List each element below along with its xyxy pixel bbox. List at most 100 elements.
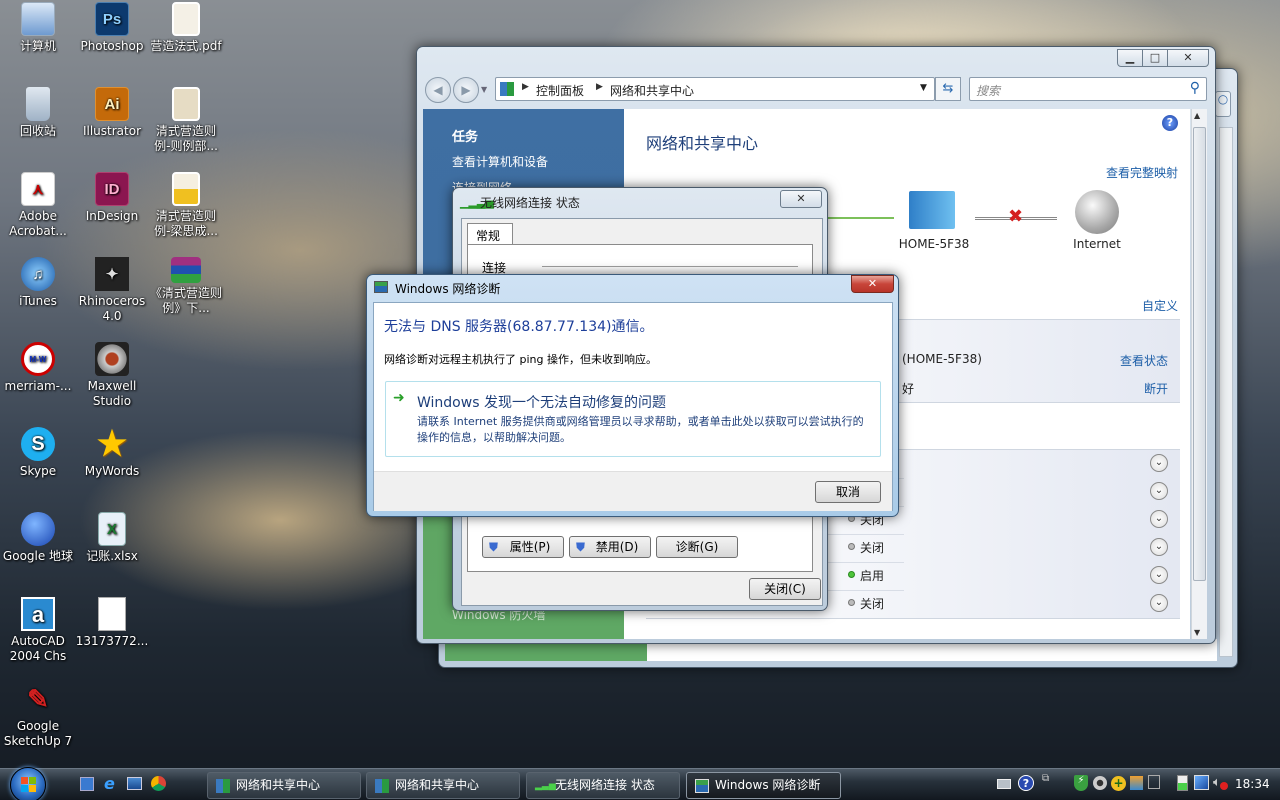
desktop-icon-recycle-bin[interactable]: 回收站 [0, 87, 76, 139]
help-icon[interactable]: ? [1018, 775, 1034, 791]
internet-explorer-icon[interactable]: e [104, 774, 115, 793]
view-status-link[interactable]: 查看状态 [1120, 352, 1168, 369]
disconnect-link[interactable]: 断开 [1144, 380, 1168, 397]
desktop-icon-photoshop[interactable]: Ps Photoshop [74, 2, 150, 54]
desktop-icon-document[interactable]: 清式营造则例-则例部... [148, 87, 224, 154]
search-icon[interactable]: ○ [1215, 91, 1231, 117]
properties-button[interactable]: ⛊ 属性(P) [482, 536, 564, 558]
help-icon[interactable]: ? [1162, 115, 1178, 131]
tray-app-icon[interactable] [1130, 776, 1143, 790]
scroll-down-button[interactable]: ▼ [1194, 628, 1200, 637]
desktop-icon-winrar[interactable]: 《清式营造则例》下... [148, 257, 224, 316]
search-icon[interactable]: ⚲ [1190, 80, 1200, 96]
clock[interactable]: 18:34 [1235, 777, 1270, 791]
desktop-icon-merriam[interactable]: M-W merriam-... [0, 342, 76, 394]
rhinoceros-icon: ✦ [95, 257, 129, 291]
forward-button[interactable]: ▶ [453, 77, 479, 103]
desktop-icon-label: 清式营造则例-则例部... [154, 124, 218, 153]
network-diagnostics-dialog[interactable]: Windows 网络诊断 ✕ 无法与 DNS 服务器(68.87.77.134)… [366, 274, 899, 517]
scrollbar[interactable]: ▲ ▼ [1191, 109, 1207, 639]
keyboard-icon[interactable] [997, 779, 1011, 789]
desktop-icon-computer[interactable]: 计算机 [0, 2, 76, 54]
sidebar-item-view-computers[interactable]: 查看计算机和设备 [452, 153, 548, 170]
customize-link[interactable]: 自定义 [1142, 297, 1178, 314]
desktop-icon-itunes[interactable]: ♫ iTunes [0, 257, 76, 309]
show-desktop-icon[interactable] [80, 777, 94, 791]
desktop-icon-illustrator[interactable]: Ai Illustrator [74, 87, 150, 139]
back-button[interactable]: ◀ [425, 77, 451, 103]
close-button[interactable]: ✕ [780, 190, 822, 208]
plus-app-icon[interactable]: + [1111, 776, 1126, 791]
status-dot-off [848, 599, 855, 606]
search-box[interactable]: 搜索 ⚲ [969, 77, 1207, 101]
disable-button[interactable]: ⛊ 禁用(D) [569, 536, 651, 558]
desktop-icon-rhinoceros[interactable]: ✦ Rhinoceros 4.0 [74, 257, 150, 324]
desktop-icon-label: merriam-... [4, 379, 72, 393]
expand-chevron-icon[interactable]: ⌄ [1150, 482, 1168, 500]
breadcrumb-control-panel[interactable]: 控制面板 [536, 82, 584, 99]
taskbar-item-network-center-2[interactable]: 网络和共享中心 [366, 772, 520, 799]
expand-chevron-icon[interactable]: ⌄ [1150, 566, 1168, 584]
desktop-icon-pdf[interactable]: 营造法式.pdf [148, 2, 224, 54]
close-dialog-button[interactable]: 关闭(C) [749, 578, 821, 600]
power-icon[interactable] [1177, 775, 1188, 791]
switch-windows-icon[interactable] [127, 777, 142, 790]
expand-chevron-icon[interactable]: ⌄ [1150, 454, 1168, 472]
chrome-icon[interactable] [151, 776, 166, 791]
taskbar-item-wireless-status[interactable]: ▂▃▅ 无线网络连接 状态 [526, 772, 680, 799]
maximize-button[interactable]: □ [1142, 49, 1168, 67]
excel-icon: X [98, 512, 126, 546]
breadcrumb-separator: ▶ [522, 82, 529, 92]
desktop-icon-acrobat[interactable]: ⋏ Adobe Acrobat... [0, 172, 76, 239]
document-icon [172, 172, 200, 206]
recent-pages-dropdown[interactable]: ▼ [481, 85, 487, 94]
desktop-icon-indesign[interactable]: ID InDesign [74, 172, 150, 224]
scrollbar-thumb[interactable] [1193, 127, 1206, 581]
refresh-button[interactable]: ⇆ [935, 77, 961, 101]
diagnose-button[interactable]: 诊断(G) [656, 536, 738, 558]
expand-chevron-icon[interactable]: ⌄ [1150, 538, 1168, 556]
minimize-button[interactable]: ▁ [1117, 49, 1143, 67]
search-input[interactable]: 搜索 [976, 82, 1000, 99]
restore-language-bar-icon[interactable]: ⧉ [1042, 773, 1049, 784]
desktop-icon-label: Maxwell Studio [87, 379, 137, 408]
indesign-icon: ID [95, 172, 129, 206]
address-bar[interactable]: ▶ 控制面板 ▶ 网络和共享中心 ▼ [495, 77, 935, 101]
scrollbar[interactable] [1219, 127, 1233, 657]
sharing-status: 关闭 [860, 541, 885, 555]
desktop-icon-sketchup[interactable]: ✎ Google SketchUp 7 [0, 682, 76, 749]
desktop-icon-autocad[interactable]: a AutoCAD 2004 Chs [0, 597, 76, 664]
taskbar-item-diagnostics[interactable]: Windows 网络诊断 [686, 772, 841, 799]
removable-device-icon[interactable] [1148, 775, 1160, 789]
sidebar-heading: 任务 [452, 130, 479, 145]
signal-bars-icon: ▂▃▅ [535, 781, 556, 791]
status-dot-on [848, 571, 855, 578]
webcam-icon[interactable] [1093, 776, 1107, 790]
scroll-up-button[interactable]: ▲ [1194, 111, 1200, 120]
network-tray-icon[interactable] [1194, 775, 1209, 790]
breadcrumb-network-center[interactable]: 网络和共享中心 [610, 82, 694, 99]
expand-chevron-icon[interactable]: ⌄ [1150, 510, 1168, 528]
desktop-icon-document-3[interactable]: 13173772... [74, 597, 150, 649]
view-full-map-link[interactable]: 查看完整映射 [1106, 164, 1178, 181]
desktop-icon-mywords[interactable]: ★ MyWords [74, 427, 150, 479]
desktop-icon-document-2[interactable]: 清式营造则例-梁思成... [148, 172, 224, 239]
desktop-icon-skype[interactable]: S Skype [0, 427, 76, 479]
map-node-home: HOME-5F38 [898, 237, 970, 251]
cancel-button[interactable]: 取消 [815, 481, 881, 503]
start-button[interactable] [10, 767, 46, 800]
option-card[interactable]: ➜ Windows 发现一个无法自动修复的问题 请联系 Internet 服务提… [385, 381, 881, 457]
expand-chevron-icon[interactable]: ⌄ [1150, 594, 1168, 612]
computer-icon [21, 2, 55, 36]
security-shield-icon[interactable]: ⚡ [1074, 775, 1088, 791]
desktop-icon-maxwell[interactable]: Maxwell Studio [74, 342, 150, 409]
close-button[interactable]: ✕ [851, 275, 894, 293]
taskbar-item-network-center[interactable]: 网络和共享中心 [207, 772, 361, 799]
desktop-icon-label: Google SketchUp 7 [3, 719, 73, 748]
desktop-icon-excel[interactable]: X 记账.xlsx [74, 512, 150, 564]
desktop-icon-google-earth[interactable]: Google 地球 [0, 512, 76, 564]
address-dropdown-icon[interactable]: ▼ [920, 83, 927, 93]
sharing-status: 启用 [860, 569, 885, 583]
close-button[interactable]: ✕ [1167, 49, 1209, 67]
tab-general[interactable]: 常规 [467, 223, 513, 245]
